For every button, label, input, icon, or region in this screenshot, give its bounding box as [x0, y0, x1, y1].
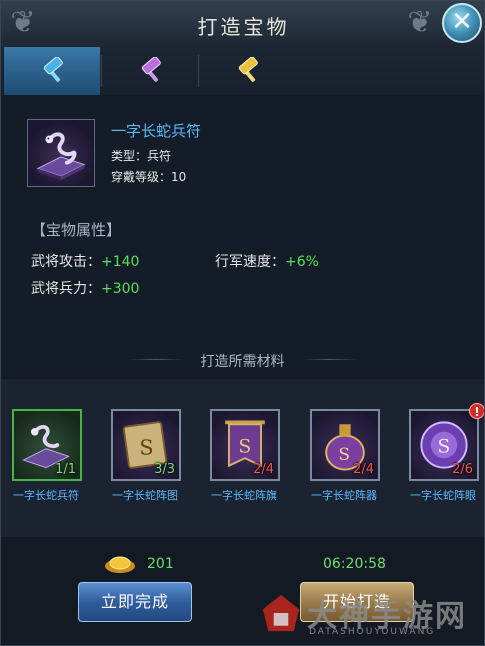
- instant-complete-button[interactable]: 立即完成: [78, 582, 192, 622]
- material-name: 一字长蛇阵图: [112, 489, 178, 502]
- item-icon-frame[interactable]: [27, 119, 95, 187]
- site-watermark: 大神手游网 DATASHOUYOUWANG: [257, 583, 484, 645]
- svg-text:S: S: [338, 445, 350, 465]
- blue-hammer-icon: [43, 57, 63, 83]
- material-count: 1/1: [55, 462, 76, 477]
- gold-amount: 201: [147, 556, 174, 572]
- purple-hammer-icon: [141, 57, 161, 83]
- forge-treasure-window: ❦ 打造宝物 ❦ ✕ 一字长蛇兵符 类型：兵符 穿戴等级：10 【宝物属性】 武…: [0, 0, 485, 646]
- attr-value: +140: [101, 254, 140, 270]
- divider-right: [301, 359, 359, 360]
- attributes-section-title: 【宝物属性】: [31, 221, 122, 239]
- corner-ornament-icon: ❦: [407, 5, 433, 40]
- forge-tabs: [1, 47, 484, 103]
- attr-general-attack: 武将攻击：+140: [31, 251, 139, 271]
- attr-value: +300: [101, 281, 140, 297]
- material-count: 2/6: [452, 462, 473, 477]
- svg-text:S: S: [437, 437, 450, 458]
- material-count: 3/3: [154, 462, 175, 477]
- material-slot-talisman[interactable]: 1/1: [12, 409, 82, 481]
- purple-snake-talisman-icon: [36, 132, 86, 181]
- material-slot-orb[interactable]: S 2/6: [409, 409, 479, 481]
- gold-ingot-icon: [105, 556, 135, 573]
- material-slot-banner[interactable]: S 2/4: [210, 409, 280, 481]
- attr-label: 武将攻击：: [31, 254, 101, 270]
- watermark-subtext: DATASHOUYOUWANG: [309, 627, 436, 637]
- tab-gold-hammer[interactable]: [199, 47, 295, 95]
- gold-hammer-icon: [238, 57, 258, 83]
- attr-label: 行军速度：: [215, 254, 285, 270]
- close-button[interactable]: ✕: [442, 3, 482, 43]
- attr-march-speed: 行军速度：+6%: [215, 251, 319, 271]
- item-type: 类型：兵符: [111, 149, 172, 163]
- attr-value: +6%: [285, 254, 319, 270]
- material-count: 2/4: [353, 462, 374, 477]
- watermark-logo-icon: [262, 594, 300, 632]
- svg-text:S: S: [139, 435, 153, 459]
- alert-badge-icon: !: [469, 403, 484, 419]
- material-name: 一字长蛇兵符: [13, 489, 79, 502]
- attr-general-troops: 武将兵力：+300: [31, 278, 139, 298]
- forge-timer: 06:20:58: [323, 556, 386, 572]
- title-bar: ❦ 打造宝物 ❦: [1, 1, 484, 48]
- close-x-icon: ✕: [451, 7, 473, 37]
- svg-text:S: S: [238, 437, 251, 458]
- materials-title: 打造所需材料: [200, 354, 285, 370]
- attr-label: 武将兵力：: [31, 281, 101, 297]
- material-name: 一字长蛇阵器: [311, 489, 377, 502]
- tab-purple-hammer[interactable]: [102, 47, 198, 95]
- material-slot-vessel[interactable]: S 2/4: [310, 409, 380, 481]
- item-name: 一字长蛇兵符: [111, 122, 202, 140]
- tab-blue-hammer[interactable]: [4, 47, 100, 103]
- material-name: 一字长蛇阵旗: [211, 489, 277, 502]
- material-name: 一字长蛇阵眼: [410, 489, 476, 502]
- item-wear-level: 穿戴等级：10: [111, 170, 187, 184]
- material-slot-scroll[interactable]: S 3/3: [111, 409, 181, 481]
- material-count: 2/4: [253, 462, 274, 477]
